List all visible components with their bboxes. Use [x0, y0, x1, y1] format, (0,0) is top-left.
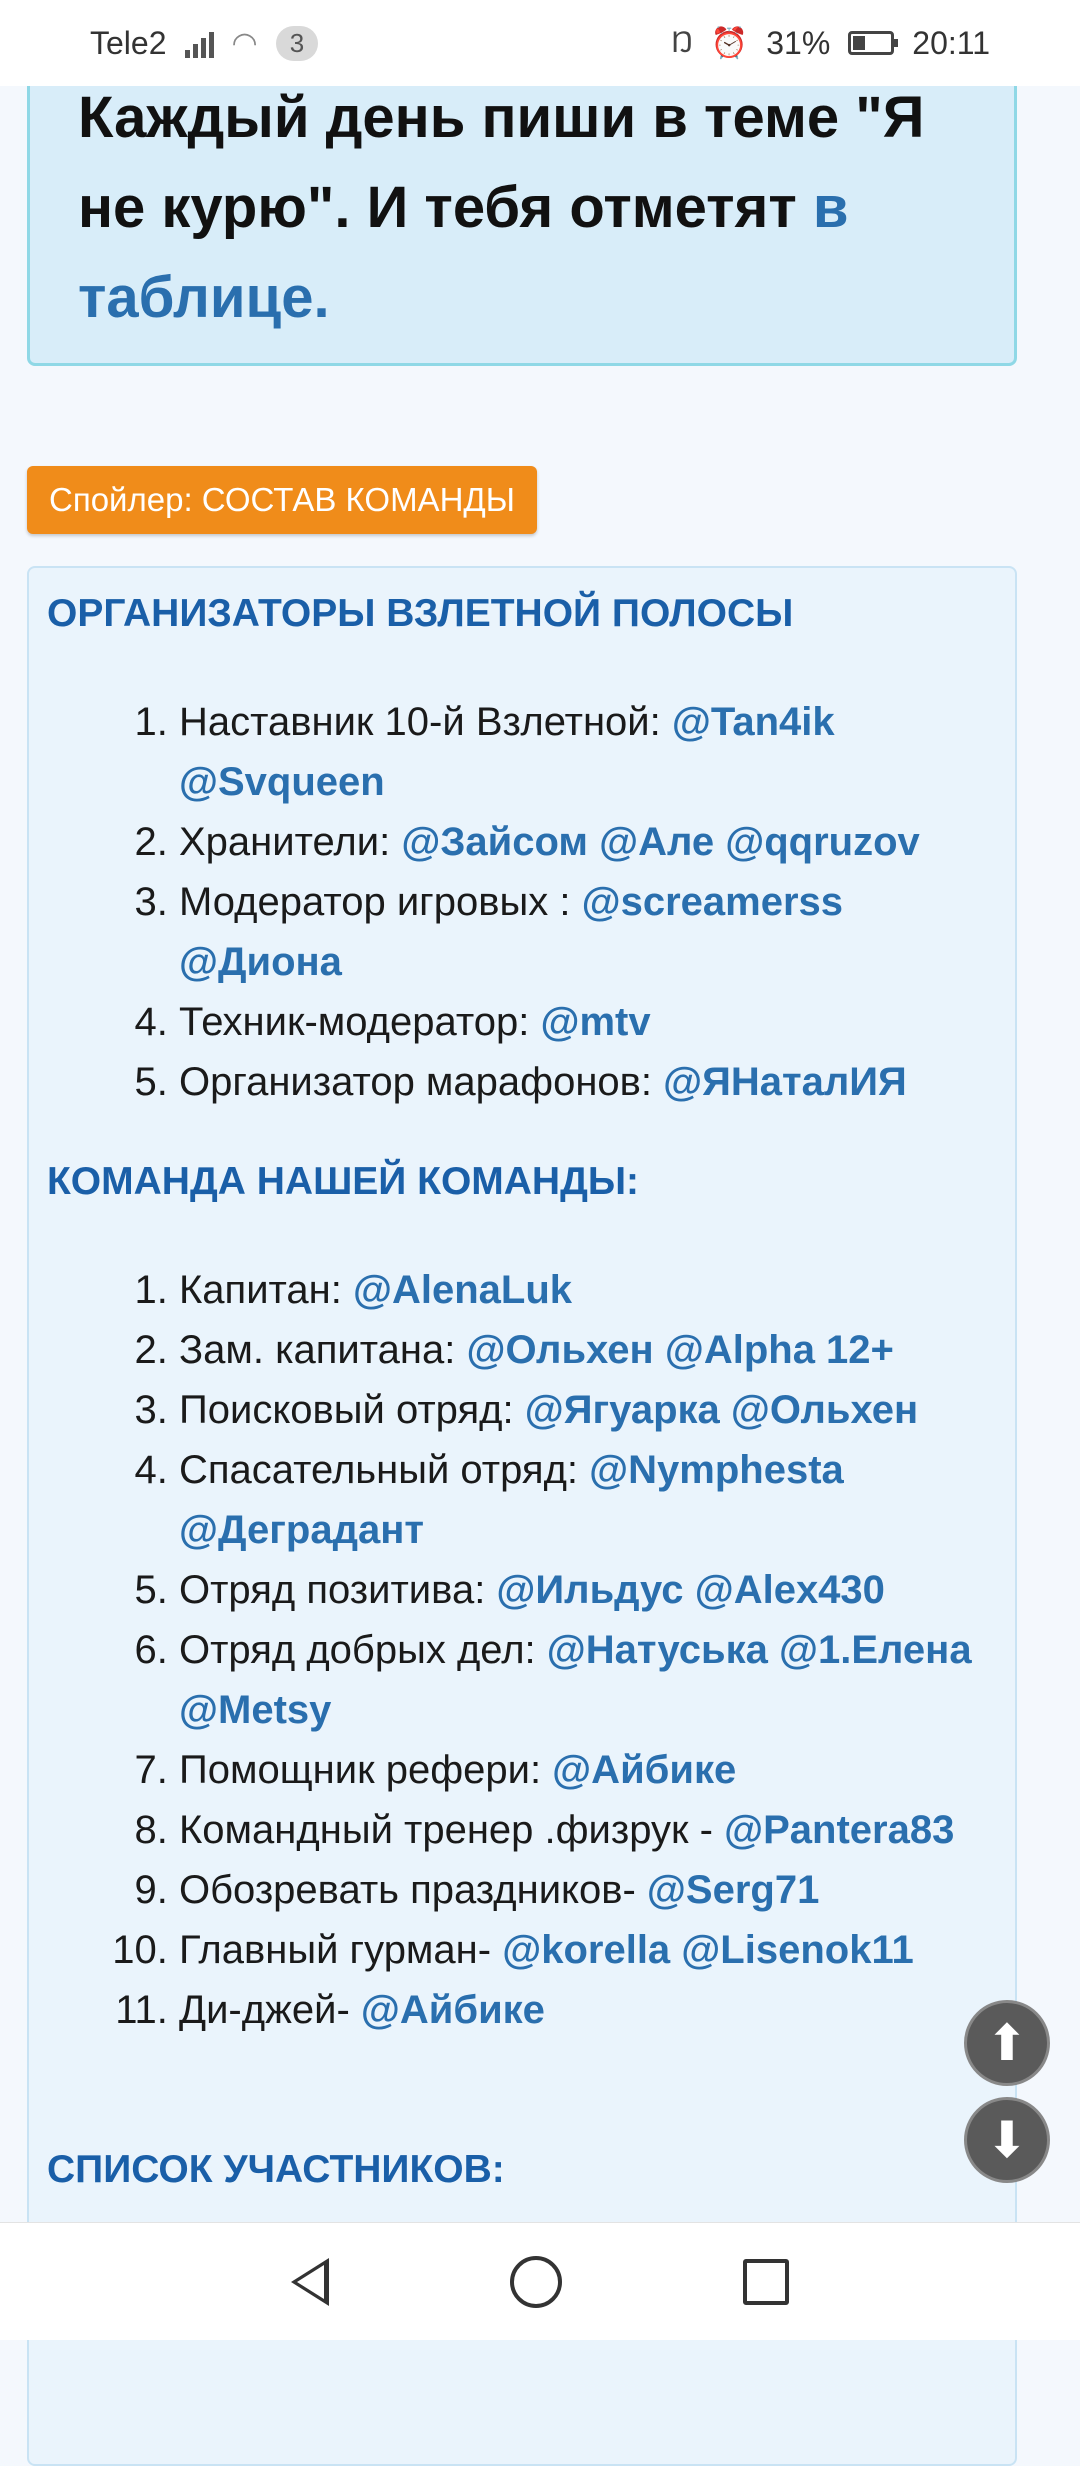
team-role: Спасательный отряд:: [179, 1448, 590, 1492]
team-item: Ди-джей- @Айбике: [179, 1980, 989, 2040]
signal-icon: [184, 28, 214, 58]
user-mention-link[interactable]: @Svqueen: [179, 760, 385, 804]
user-mention-link[interactable]: @Зайсом: [401, 820, 588, 864]
organizer-role: Техник-модератор:: [179, 1000, 541, 1044]
team-item: Отряд добрых дел: @Натуська @1.Елена @Me…: [179, 1620, 989, 1740]
organizers-list: Наставник 10-й Взлетной: @Tan4ik @Svquee…: [29, 692, 989, 1112]
team-role: Ди-джей-: [179, 1988, 361, 2032]
status-right: Ŋ ⏰ 31% 20:11: [671, 25, 990, 62]
organizer-item: Модератор игровых : @screamerss @Диона: [179, 872, 989, 992]
team-role: Капитан:: [179, 1268, 353, 1312]
user-mention-link[interactable]: @mtv: [540, 1000, 650, 1044]
team-role: Отряд позитива:: [179, 1568, 497, 1612]
spoiler-button[interactable]: Спойлер: СОСТАВ КОМАНДЫ: [27, 466, 537, 534]
user-mention-link[interactable]: @Ольхен: [731, 1388, 918, 1432]
user-mention-link[interactable]: @AlenaLuk: [353, 1268, 572, 1312]
carrier-label: Tele2: [90, 24, 167, 61]
status-left: Tele2 ◠ 3: [90, 24, 319, 62]
user-mention-link[interactable]: @Pantera83: [724, 1808, 954, 1852]
notice-box: Каждый день пиши в теме "Я не курю". И т…: [27, 40, 1017, 366]
user-mention-link[interactable]: @Диона: [179, 940, 342, 984]
team-list: Капитан: @AlenaLukЗам. капитана: @Ольхен…: [29, 1260, 989, 2040]
organizers-title: ОРГАНИЗАТОРЫ ВЗЛЕТНОЙ ПОЛОСЫ: [47, 592, 794, 635]
user-mention-link[interactable]: @Serg71: [647, 1868, 819, 1912]
team-item: Капитан: @AlenaLuk: [179, 1260, 989, 1320]
arrow-down-icon: ⬇: [986, 2112, 1028, 2168]
user-mention-link[interactable]: @Натуська: [547, 1628, 768, 1672]
team-item: Зам. капитана: @Ольхен @Alpha 12+: [179, 1320, 989, 1380]
battery-icon: [848, 31, 899, 55]
team-item: Главный гурман- @korella @Lisenok11: [179, 1920, 989, 1980]
team-item: Помощник рефери: @Айбике: [179, 1740, 989, 1800]
user-mention-link[interactable]: @Ягуарка: [525, 1388, 720, 1432]
user-mention-link[interactable]: @1.Елена: [779, 1628, 972, 1672]
alarm-icon: ⏰: [710, 26, 749, 60]
wifi-icon: ◠: [231, 26, 258, 60]
team-title: КОМАНДА НАШЕЙ КОМАНДЫ:: [47, 1160, 640, 1203]
user-mention-link[interactable]: @korella: [502, 1928, 670, 1972]
battery-percent: 31%: [766, 24, 831, 61]
scroll-down-button[interactable]: ⬇: [964, 2097, 1050, 2183]
team-item: Обозревать праздников- @Serg71: [179, 1860, 989, 1920]
organizer-role: Организатор марафонов:: [179, 1060, 664, 1104]
organizer-role: Хранители:: [179, 820, 402, 864]
notification-badge: 3: [275, 25, 319, 61]
organizer-item: Техник-модератор: @mtv: [179, 992, 989, 1052]
user-mention-link[interactable]: @Айбике: [361, 1988, 545, 2032]
team-role: Командный тренер .физрук -: [179, 1808, 725, 1852]
notice-main-text: Каждый день пиши в теме "Я не курю". И т…: [78, 85, 925, 240]
team-item: Поисковый отряд: @Ягуарка @Ольхен: [179, 1380, 989, 1440]
spoiler-content: ОРГАНИЗАТОРЫ ВЗЛЕТНОЙ ПОЛОСЫ Наставник 1…: [27, 566, 1017, 2466]
scroll-up-button[interactable]: ⬆: [964, 2000, 1050, 2086]
status-bar: Tele2 ◠ 3 Ŋ ⏰ 31% 20:11: [0, 0, 1080, 86]
user-mention-link[interactable]: @Ольхен: [466, 1328, 653, 1372]
team-role: Главный гурман-: [179, 1928, 503, 1972]
home-icon[interactable]: [509, 2255, 562, 2308]
team-role: Помощник рефери:: [179, 1748, 553, 1792]
user-mention-link[interactable]: @Деградант: [179, 1508, 424, 1552]
organizer-role: Модератор игровых :: [179, 880, 582, 924]
user-mention-link[interactable]: @Alex430: [695, 1568, 885, 1612]
user-mention-link[interactable]: @Ильдус: [496, 1568, 683, 1612]
organizer-item: Хранители: @Зайсом @Але @qqruzov: [179, 812, 989, 872]
team-role: Зам. капитана:: [179, 1328, 467, 1372]
nfc-icon: Ŋ: [671, 26, 693, 59]
team-item: Отряд позитива: @Ильдус @Alex430: [179, 1560, 989, 1620]
team-role: Отряд добрых дел:: [179, 1628, 547, 1672]
notice-text: Каждый день пиши в теме "Я не курю". И т…: [78, 73, 998, 343]
user-mention-link[interactable]: @Alpha 12+: [665, 1328, 894, 1372]
user-mention-link[interactable]: @Але: [599, 820, 714, 864]
team-item: Спасательный отряд: @Nymphesta @Деградан…: [179, 1440, 989, 1560]
organizer-item: Организатор марафонов: @ЯНаталИЯ: [179, 1052, 989, 1112]
navigation-bar: [0, 2222, 1080, 2340]
clock: 20:11: [912, 24, 990, 61]
organizer-item: Наставник 10-й Взлетной: @Tan4ik @Svquee…: [179, 692, 989, 812]
team-role: Поисковый отряд:: [179, 1388, 525, 1432]
arrow-up-icon: ⬆: [986, 2015, 1028, 2071]
user-mention-link[interactable]: @Tan4ik: [672, 700, 835, 744]
members-title: СПИСОК УЧАСТНИКОВ:: [47, 2148, 505, 2191]
team-role: Обозревать праздников-: [179, 1868, 647, 1912]
user-mention-link[interactable]: @qqruzov: [725, 820, 920, 864]
user-mention-link[interactable]: @Nymphesta: [589, 1448, 844, 1492]
user-mention-link[interactable]: @Metsy: [179, 1688, 331, 1732]
team-item: Командный тренер .физрук - @Pantera83: [179, 1800, 989, 1860]
recent-apps-icon[interactable]: [743, 2258, 790, 2305]
user-mention-link[interactable]: @ЯНаталИЯ: [663, 1060, 907, 1104]
user-mention-link[interactable]: @screamerss: [582, 880, 843, 924]
organizer-role: Наставник 10-й Взлетной:: [179, 700, 672, 744]
back-icon[interactable]: [290, 2257, 329, 2306]
user-mention-link[interactable]: @Айбике: [552, 1748, 736, 1792]
user-mention-link[interactable]: @Lisenok11: [681, 1928, 913, 1972]
